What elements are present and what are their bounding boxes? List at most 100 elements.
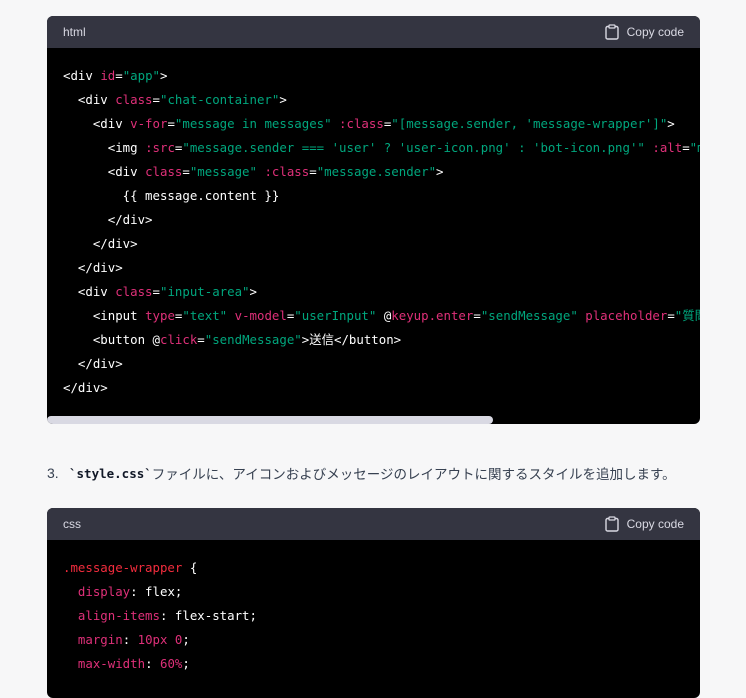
code-token: <img <box>63 140 146 155</box>
step-number: 3. <box>47 465 59 481</box>
code-token: "質問を入 <box>674 308 700 323</box>
code-token: {{ message.content }} <box>63 188 280 203</box>
code-token: class <box>115 92 153 107</box>
code-token: :class <box>264 164 310 179</box>
code-token: > <box>279 92 287 107</box>
code-token: <div <box>63 92 116 107</box>
code-line: <input type = "text" v-model = "userInput" @… <box>63 304 700 328</box>
code-token: = <box>152 92 160 107</box>
code-token: :class <box>339 116 384 131</box>
code-line: display: flex; <box>63 580 684 604</box>
code-line: </div> <box>63 352 684 376</box>
clipboard-icon <box>604 24 619 40</box>
horizontal-scrollbar[interactable] <box>47 416 700 424</box>
code-token: : flex-start; <box>159 608 257 623</box>
code-token: <div <box>63 116 131 131</box>
code-token: id <box>100 68 116 83</box>
copy-code-button[interactable]: Copy code <box>604 24 684 40</box>
scrollbar-thumb[interactable] <box>47 416 493 424</box>
code-token: "app" <box>122 68 161 83</box>
code-token: click <box>159 332 198 347</box>
code-token: <input <box>63 308 146 323</box>
code-token: class <box>115 284 153 299</box>
code-token: keyup.enter <box>391 308 474 323</box>
code-token: "text" <box>182 308 228 323</box>
code-token: "sendMessage" <box>480 308 578 323</box>
code-token: </div> <box>63 260 123 275</box>
code-line: {{ message.content }} <box>63 184 684 208</box>
code-block-header: html Copy code <box>47 16 700 48</box>
code-content: .message-wrapper { display: flex; align-… <box>47 540 700 676</box>
code-token: 60% <box>159 656 183 671</box>
code-line: <div v-for="message in messages" :class=… <box>63 112 684 136</box>
code-token: : flex; <box>130 584 183 599</box>
inline-code-filename: `style.css` <box>69 465 152 481</box>
code-line: .message-wrapper { <box>63 556 684 580</box>
code-token: "chat-container" <box>160 92 280 107</box>
step-instruction: 3. `style.css` ファイルに、アイコンおよびメッセージのレイアウトに… <box>47 463 676 483</box>
code-token: align-items <box>77 608 160 623</box>
code-line: </div> <box>63 256 684 280</box>
code-token: = <box>682 140 690 155</box>
code-token: placeholder <box>585 308 668 323</box>
code-token: @ <box>376 308 392 323</box>
code-token: <div <box>63 68 101 83</box>
code-token: > <box>436 164 444 179</box>
code-token: <div <box>63 284 116 299</box>
code-token: "sendMessage" <box>204 332 302 347</box>
code-token: = <box>197 332 205 347</box>
code-token: = <box>182 164 190 179</box>
step-text: ファイルに、アイコンおよびメッセージのレイアウトに関するスタイルを追加します。 <box>151 467 676 482</box>
code-token: "message.sender" <box>316 164 437 179</box>
code-token: ; <box>182 656 190 671</box>
copy-code-label: Copy code <box>626 25 684 39</box>
code-token: display <box>77 584 131 599</box>
code-token: .message-wrapper <box>63 560 183 575</box>
code-content: <div id="app"> <div class="chat-containe… <box>47 48 700 400</box>
copy-code-label: Copy code <box>626 517 684 531</box>
html-code-block: html Copy code <div id="app"> <div class… <box>47 16 700 424</box>
code-line: align-items: flex-start; <box>63 604 684 628</box>
code-token: = <box>473 308 481 323</box>
code-token: { <box>182 560 198 575</box>
code-token: >送信</button> <box>301 332 402 347</box>
code-token: > <box>249 284 257 299</box>
code-line: <div id="app"> <box>63 64 684 88</box>
code-token: class <box>145 164 183 179</box>
code-token: = <box>167 116 175 131</box>
code-language-label: css <box>63 517 81 531</box>
code-token: > <box>160 68 168 83</box>
code-token: v-for <box>130 116 168 131</box>
code-language-label: html <box>63 25 86 39</box>
code-token: </div> <box>63 356 123 371</box>
copy-code-button[interactable]: Copy code <box>604 516 684 532</box>
code-token: "message in messages" <box>174 116 332 131</box>
css-code-block: css Copy code .message-wrapper { display… <box>47 508 700 698</box>
code-token: = <box>667 308 675 323</box>
code-line: max-width: 60%; <box>63 652 684 676</box>
code-token: "messag <box>689 140 700 155</box>
code-token: = <box>152 284 160 299</box>
code-token: :alt <box>652 140 683 155</box>
code-line: margin: 10px 0; <box>63 628 684 652</box>
code-token: 10px 0 <box>137 632 183 647</box>
code-token: </div> <box>63 380 108 395</box>
code-token: "message.sender === 'user' ? 'user-icon.… <box>182 140 645 155</box>
code-token: type <box>145 308 175 323</box>
code-token: "message" <box>189 164 257 179</box>
code-line: <div class="message" :class="message.sen… <box>63 160 684 184</box>
code-token: "userInput" <box>294 308 377 323</box>
code-token: max-width <box>77 656 146 671</box>
code-token: > <box>667 116 675 131</box>
code-token: :src <box>145 140 175 155</box>
code-line: </div> <box>63 208 684 232</box>
code-token: : <box>122 632 138 647</box>
code-token: </div> <box>63 212 153 227</box>
code-line: <button @click="sendMessage">送信</button> <box>63 328 684 352</box>
code-token: ; <box>182 632 190 647</box>
